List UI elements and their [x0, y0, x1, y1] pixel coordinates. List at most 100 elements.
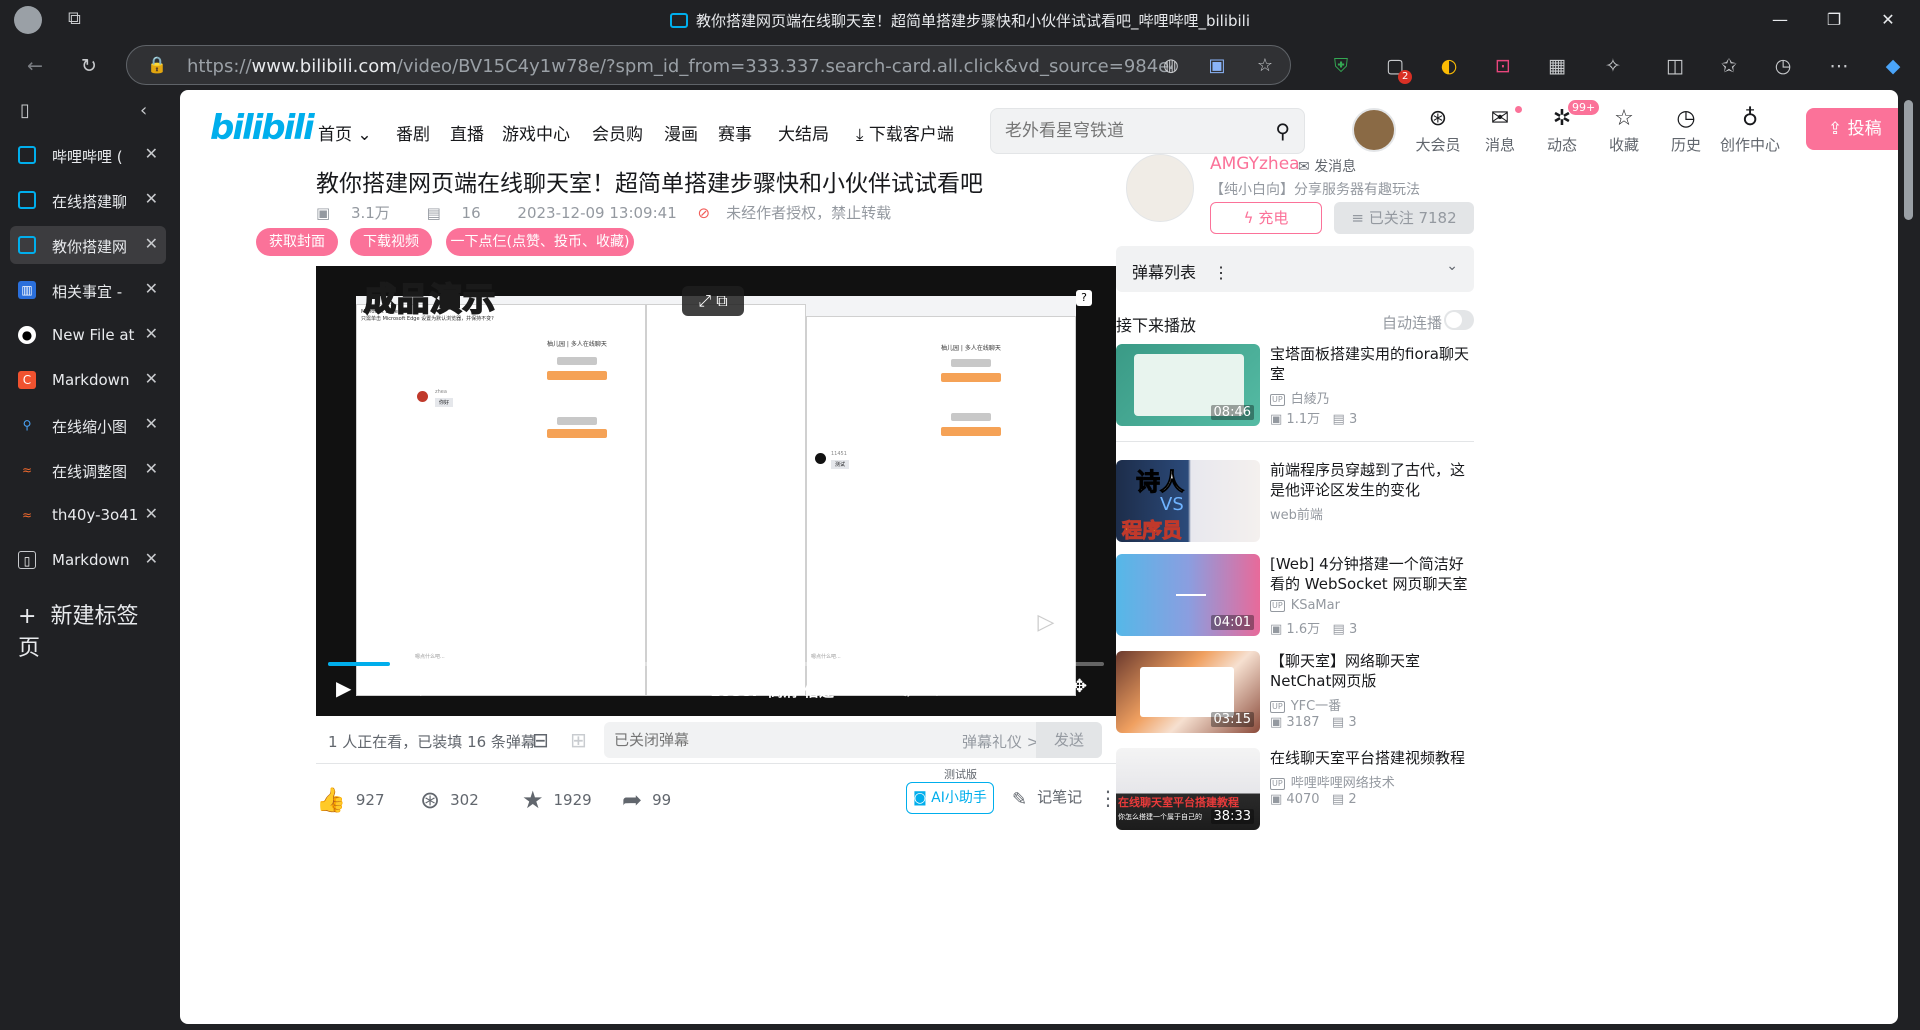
get-cover-button[interactable]: 获取封面 — [256, 228, 338, 256]
like-button[interactable]: 👍 927 — [316, 786, 385, 814]
autoplay-toggle[interactable] — [1444, 310, 1474, 330]
minimize-button[interactable]: — — [1768, 8, 1792, 32]
help-icon[interactable]: ? — [1076, 290, 1092, 306]
danmaku-input-box[interactable]: 弹幕礼仪 > 发送 — [604, 722, 1102, 758]
video-player[interactable]: Microsoft Edge 只需单击 Microsoft Edge 设置为默认… — [316, 266, 1116, 716]
widescreen-icon[interactable]: ◫ — [1000, 676, 1017, 697]
bilibili-logo[interactable]: bilibili — [210, 108, 315, 148]
video-thumbnail[interactable]: 诗人 VS 程序员 — [1116, 460, 1260, 542]
page-scrollbar[interactable] — [1898, 90, 1920, 1024]
search-icon[interactable]: ⚲ — [1275, 119, 1290, 143]
recommendation-title[interactable]: 【聊天室】网络聊天室NetChat网页版 — [1270, 651, 1476, 691]
nav-live[interactable]: 直播 — [450, 120, 484, 145]
danmaku-toggle-icon[interactable]: ⊟ — [532, 728, 549, 752]
danmaku-input[interactable] — [614, 730, 914, 750]
big-play-icon[interactable]: ▷ — [1020, 600, 1072, 646]
speed-button[interactable]: 倍速 — [804, 680, 834, 701]
screencast-icon[interactable]: ▣ — [1205, 54, 1229, 78]
nav-download-client[interactable]: ⤓ 下载客户端 — [856, 120, 954, 145]
nav-game-center[interactable]: 游戏中心 — [502, 120, 570, 145]
tab-item-active[interactable]: 教你搭建网 ✕ — [10, 226, 166, 264]
recommendation-uploader[interactable]: UP KSaMar — [1270, 598, 1340, 613]
back-icon[interactable]: ← — [22, 53, 48, 79]
send-message-link[interactable]: ✉ 发消息 — [1298, 156, 1356, 176]
danmaku-settings-icon[interactable]: ⊞ — [570, 728, 587, 752]
tab-item[interactable]: ≈ th40y-3o41 ✕ — [10, 496, 166, 534]
danmaku-etiquette-link[interactable]: 弹幕礼仪 > — [962, 731, 1039, 752]
header-creator-center[interactable]: ♁ 创作中心 — [1720, 106, 1780, 155]
search-box[interactable]: ⚲ — [990, 108, 1305, 154]
send-danmaku-button[interactable]: 发送 — [1036, 722, 1102, 758]
recommendation-item[interactable]: 08:46 宝塔面板搭建实用的fiora聊天室 UP 白綾乃 ▣ 1.1万 ▤ 3 — [1116, 344, 1476, 428]
tab-item[interactable]: ▯ Markdown ✕ — [10, 541, 166, 579]
download-video-button[interactable]: 下载视频 — [350, 228, 432, 256]
record-extension-icon[interactable]: ⊡ — [1490, 53, 1516, 79]
video-thumbnail[interactable]: 在线聊天室平台搭建教程 你怎么搭建一个属于自己的 38:33 — [1116, 748, 1260, 830]
fullscreen-icon[interactable]: ✥ — [1072, 676, 1087, 697]
nav-finale[interactable]: 大结局 — [778, 120, 829, 145]
ai-assistant-button[interactable]: ◙ AI小助手 — [906, 782, 994, 814]
favorite-button[interactable]: ★ 1929 — [522, 786, 592, 814]
tab-item[interactable]: ≈ 在线调整图 ✕ — [10, 451, 166, 489]
close-tab-icon[interactable]: ✕ — [145, 279, 158, 298]
address-bar[interactable]: 🔒 https://www.bilibili.com/video/BV15C4y… — [126, 45, 1291, 85]
uploader-name[interactable]: AMGYzhea — [1210, 154, 1300, 174]
volume-icon[interactable]: ◀) — [892, 678, 913, 699]
maximize-button[interactable]: ❐ — [1822, 8, 1846, 32]
kebab-icon[interactable]: ⋮ — [1213, 263, 1229, 282]
recommendation-item[interactable]: 03:15 【聊天室】网络聊天室NetChat网页版 UP YFC一番 ▣ 318… — [1116, 651, 1476, 735]
recommendation-title[interactable]: 宝塔面板搭建实用的fiora聊天室 — [1270, 344, 1476, 384]
close-tab-icon[interactable]: ✕ — [145, 144, 158, 163]
scrollbar-thumb[interactable] — [1904, 100, 1913, 220]
recommendation-title[interactable]: 在线聊天室平台搭建视频教程 — [1270, 748, 1476, 768]
charge-button[interactable]: ϟ 充电 — [1210, 202, 1322, 234]
close-tab-icon[interactable]: ✕ — [145, 369, 158, 388]
header-history[interactable]: ◷ 历史 — [1656, 106, 1716, 155]
new-tab-button[interactable]: + 新建标签页 — [18, 598, 166, 662]
collapse-tabs-icon[interactable]: ‹ — [140, 100, 147, 121]
lock-icon[interactable]: 🔒 — [147, 55, 167, 74]
nav-manga[interactable]: 漫画 — [664, 120, 698, 145]
recommendation-item[interactable]: 04:01 [Web] 4分钟搭建一个简洁好看的 WebSocket 网页聊天室… — [1116, 554, 1476, 638]
coin-button[interactable]: ⊛ 302 — [420, 786, 479, 814]
close-tab-icon[interactable]: ✕ — [145, 414, 158, 433]
web-fullscreen-icon[interactable]: ⛶ — [1036, 676, 1049, 697]
split-screen-icon[interactable]: ◫ — [1662, 53, 1688, 79]
recommendation-uploader[interactable]: UP 白綾乃 — [1270, 388, 1330, 407]
more-options-icon[interactable]: ⋮ — [1098, 786, 1118, 810]
url-text[interactable]: https://www.bilibili.com/video/BV15C4y1w… — [187, 56, 1172, 77]
tab-item[interactable]: 哔哩哔哩 ( ✕ — [10, 136, 166, 174]
nav-home[interactable]: 首页 ⌄ — [318, 120, 372, 145]
close-window-button[interactable]: ✕ — [1876, 8, 1900, 32]
recommendation-item[interactable]: 在线聊天室平台搭建教程 你怎么搭建一个属于自己的 38:33 在线聊天室平台搭建… — [1116, 748, 1476, 832]
header-favorites[interactable]: ☆ 收藏 — [1594, 106, 1654, 155]
play-button[interactable]: ▶ — [336, 676, 351, 700]
nav-anime[interactable]: 番剧 — [396, 120, 430, 145]
tab-item[interactable]: C Markdown ✕ — [10, 361, 166, 399]
notes-button[interactable]: ✎ 记笔记 — [1012, 786, 1082, 810]
close-tab-icon[interactable]: ✕ — [145, 234, 158, 253]
triple-action-button[interactable]: 一下点仨(点赞、投币、收藏) — [446, 228, 634, 256]
pip-icon[interactable]: ▭ — [964, 676, 981, 697]
favorites-icon[interactable]: ✩ — [1716, 53, 1742, 79]
video-thumbnail[interactable]: 04:01 — [1116, 554, 1260, 636]
edge-sidebar-icon[interactable]: ◍ — [1159, 54, 1183, 78]
extensions-puzzle-icon[interactable]: ✧ — [1600, 53, 1626, 79]
quality-button[interactable]: 1080P 高清 — [710, 680, 798, 701]
close-tab-icon[interactable]: ✕ — [145, 549, 158, 568]
share-button[interactable]: ➦ 99 — [622, 786, 671, 814]
nav-mall[interactable]: 会员购 — [592, 120, 643, 145]
close-tab-icon[interactable]: ✕ — [145, 189, 158, 208]
header-vip[interactable]: ⊛ 大会员 — [1408, 106, 1468, 155]
uploader-avatar[interactable] — [1126, 154, 1194, 222]
close-tab-icon[interactable]: ✕ — [145, 504, 158, 523]
pip-controls[interactable]: ⤢ ⧉ — [682, 286, 744, 316]
header-messages[interactable]: ✉ 消息 — [1470, 106, 1530, 155]
recommendation-title[interactable]: 前端程序员穿越到了古代，这是他评论区发生的变化 — [1270, 460, 1476, 500]
tab-actions-icon[interactable]: ▯ — [20, 100, 30, 121]
video-thumbnail[interactable]: 08:46 — [1116, 344, 1260, 426]
copilot-icon[interactable]: ◆ — [1880, 53, 1906, 79]
settings-icon[interactable]: ⚙ — [928, 676, 946, 700]
tab-item[interactable]: ● New File at ✕ — [10, 316, 166, 354]
color-extension-icon[interactable]: ◐ — [1436, 53, 1462, 79]
